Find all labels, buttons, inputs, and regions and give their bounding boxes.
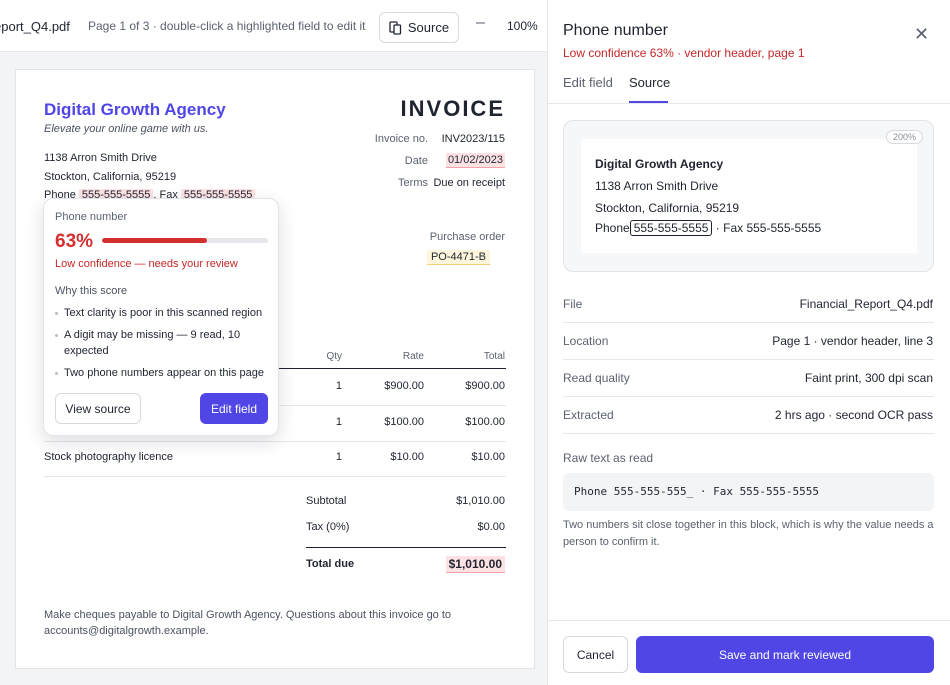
confidence-bar-fill — [102, 238, 207, 243]
detail-value-extracted: 2 hrs ago · second OCR pass — [774, 408, 933, 422]
agency-tagline: Elevate your online game with us. — [44, 123, 209, 135]
detail-label-location: Location — [563, 334, 609, 348]
document-viewer: eport_Q4.pdf Page 1 of 3 · double-click … — [0, 0, 547, 685]
row-qty: 1 — [335, 380, 342, 392]
source-fax: · Fax 555-555-5555 — [715, 221, 822, 235]
page-info: Page 1 of 3 · double-click a highlighted… — [88, 19, 366, 33]
panel-footer-divider — [548, 620, 950, 621]
row-qty: 1 — [335, 416, 342, 428]
save-and-mark-reviewed-button[interactable]: Save and mark reviewed — [636, 636, 934, 673]
tax-label: Tax (0%) — [306, 521, 350, 533]
row-qty: 1 — [335, 451, 342, 463]
row-rate: $10.00 — [390, 451, 424, 463]
date-field-highlight[interactable]: 01/02/2023 — [445, 153, 505, 168]
invoice-no-label: Invoice no. — [374, 133, 428, 145]
tabs-divider — [548, 103, 950, 104]
source-snippet-image: Digital Growth Agency 1138 Arron Smith D… — [581, 139, 917, 253]
confidence-popover: Phone number 63% Low confidence — needs … — [43, 198, 279, 436]
source-address-line-2: Stockton, California, 95219 — [595, 201, 740, 215]
source-phone-label: Phone — [595, 221, 630, 235]
invoice-no-value: INV2023/115 — [441, 133, 505, 145]
reason-item: Text clarity is poor in this scanned reg… — [55, 305, 269, 321]
zoom-out-button[interactable]: – — [476, 14, 485, 32]
row-divider — [44, 441, 506, 442]
detail-divider — [563, 322, 934, 323]
source-phone-box: 555-555-5555 — [629, 220, 713, 236]
popover-field-label: Phone number — [55, 211, 128, 223]
po-field-highlight[interactable]: PO-4471-B — [426, 250, 490, 265]
detail-label-file: File — [563, 297, 583, 311]
row-total: $900.00 — [465, 380, 505, 392]
source-zoom-badge: 200% — [885, 130, 923, 144]
date-label: Date — [404, 155, 428, 167]
total-due-field-highlight[interactable]: $1,010.00 — [445, 556, 505, 573]
tab-edit-field[interactable]: Edit field — [563, 75, 613, 90]
detail-label-read-quality: Read quality — [563, 371, 630, 385]
detail-divider — [563, 433, 934, 434]
po-label: Purchase order — [429, 231, 505, 243]
source-address-line-1: 1138 Arron Smith Drive — [595, 179, 719, 193]
viewer-toolbar: eport_Q4.pdf Page 1 of 3 · double-click … — [0, 0, 547, 52]
document-icon — [389, 20, 402, 35]
app-root: eport_Q4.pdf Page 1 of 3 · double-click … — [0, 0, 950, 685]
close-icon[interactable]: ✕ — [914, 24, 929, 45]
total-divider — [306, 547, 506, 548]
row-description: Stock photography licence — [44, 451, 174, 463]
confidence-percent: 63% — [55, 231, 94, 252]
row-divider — [44, 476, 506, 477]
field-detail-panel: Phone number ✕ Low confidence 63% · vend… — [547, 0, 950, 685]
confidence-bar — [102, 238, 268, 243]
edit-field-button[interactable]: Edit field — [200, 393, 268, 424]
file-name: eport_Q4.pdf — [0, 19, 70, 34]
total-due-label: Total due — [306, 558, 355, 570]
source-agency-name: Digital Growth Agency — [595, 157, 724, 171]
source-contact-line: Phone 555-555-5555 · Fax 555-555-5555 — [595, 220, 822, 236]
col-total: Total — [483, 351, 505, 362]
reason-item: Two phone numbers appear on this page — [55, 365, 269, 381]
subtotal-value: $1,010.00 — [456, 495, 505, 507]
view-source-button[interactable]: View source — [55, 393, 141, 424]
reason-item: A digit may be missing — 9 read, 10 expe… — [55, 327, 269, 359]
source-button[interactable]: Source — [379, 12, 459, 43]
tab-source[interactable]: Source — [629, 75, 670, 90]
row-total: $10.00 — [471, 451, 505, 463]
row-rate: $900.00 — [384, 380, 424, 392]
reason-list: Text clarity is poor in this scanned reg… — [55, 305, 269, 387]
col-qty: Qty — [326, 351, 342, 362]
zoom-level: 100% — [507, 19, 538, 33]
invoice-title: INVOICE — [400, 96, 505, 121]
row-rate: $100.00 — [384, 416, 424, 428]
raw-text-box: Phone 555-555-555_ · Fax 555-555-5555 — [563, 473, 934, 511]
subtotal-label: Subtotal — [306, 495, 347, 507]
detail-label-extracted: Extracted — [563, 408, 614, 422]
address-line-2: Stockton, California, 95219 — [44, 171, 177, 183]
panel-title: Phone number — [563, 22, 668, 39]
terms-label: Terms — [398, 177, 428, 189]
address-line-1: 1138 Arron Smith Drive — [44, 152, 157, 164]
detail-value-location: Page 1 · vendor header, line 3 — [772, 334, 933, 348]
terms-value: Due on receipt — [433, 177, 505, 189]
detail-value-file: Financial_Report_Q4.pdf — [799, 297, 933, 311]
invoice-footer-note: Make cheques payable to Digital Growth A… — [44, 609, 452, 637]
why-score-heading: Why this score — [55, 285, 128, 297]
raw-text-label: Raw text as read — [563, 451, 654, 465]
source-button-label: Source — [407, 20, 450, 35]
cancel-button[interactable]: Cancel — [563, 636, 628, 673]
panel-subtitle: Low confidence 63% · vendor header, page… — [563, 46, 805, 60]
agency-name: Digital Growth Agency — [44, 100, 226, 119]
detail-value-read-quality: Faint print, 300 dpi scan — [804, 371, 933, 385]
detail-divider — [563, 359, 934, 360]
detail-divider — [563, 396, 934, 397]
row-total: $100.00 — [465, 416, 505, 428]
confidence-warning: Low confidence — needs your review — [55, 258, 238, 270]
source-snippet: Digital Growth Agency 1138 Arron Smith D… — [563, 120, 934, 272]
raw-text-note: Two numbers sit close together in this b… — [563, 519, 934, 548]
col-rate: Rate — [402, 351, 424, 362]
tax-value: $0.00 — [477, 521, 505, 533]
